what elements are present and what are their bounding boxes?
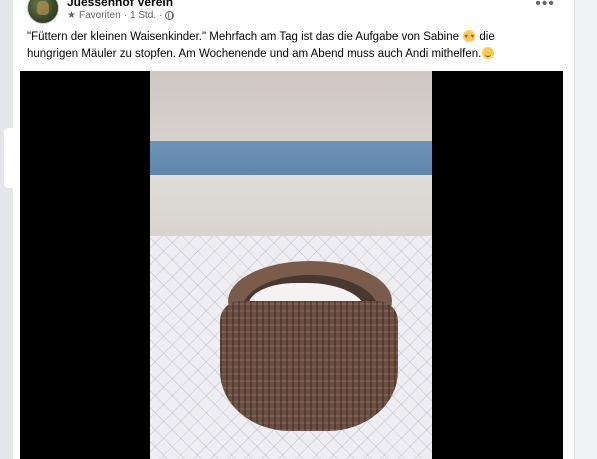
meta-separator-2: · [159,10,163,21]
meta-separator: · [123,10,127,21]
post-text-part-1: "Füttern der kleinen Waisenkinder." Mehr… [27,31,459,43]
more-options-icon[interactable]: ••• [535,0,555,13]
sidebar-notch [4,128,13,188]
video-blue-tape [150,141,432,175]
post-header: Juessenhof Verein ★ Favoriten · 1 Std. ·… [13,0,574,30]
video-player[interactable] [20,71,563,459]
page-name-link[interactable]: Juessenhof Verein [67,0,173,9]
star-icon: ★ [67,10,76,21]
post-text: "Füttern der kleinen Waisenkinder." Mehr… [27,29,547,63]
page-avatar[interactable] [27,0,59,24]
video-wall-lower [150,175,432,245]
smiling-emoji-icon [482,47,495,59]
globe-icon[interactable] [165,11,175,20]
heart-eyes-emoji-icon [463,29,476,46]
video-frame[interactable] [150,71,432,459]
post-meta: ★ Favoriten · 1 Std. · [67,10,175,21]
video-wall [150,71,432,141]
crocheted-nest [220,261,398,433]
post-timestamp[interactable]: 1 Std. [130,10,156,21]
post-card: Juessenhof Verein ★ Favoriten · 1 Std. ·… [13,0,575,459]
favorites-label[interactable]: Favoriten [79,10,121,21]
left-sidebar-strip [0,0,13,459]
